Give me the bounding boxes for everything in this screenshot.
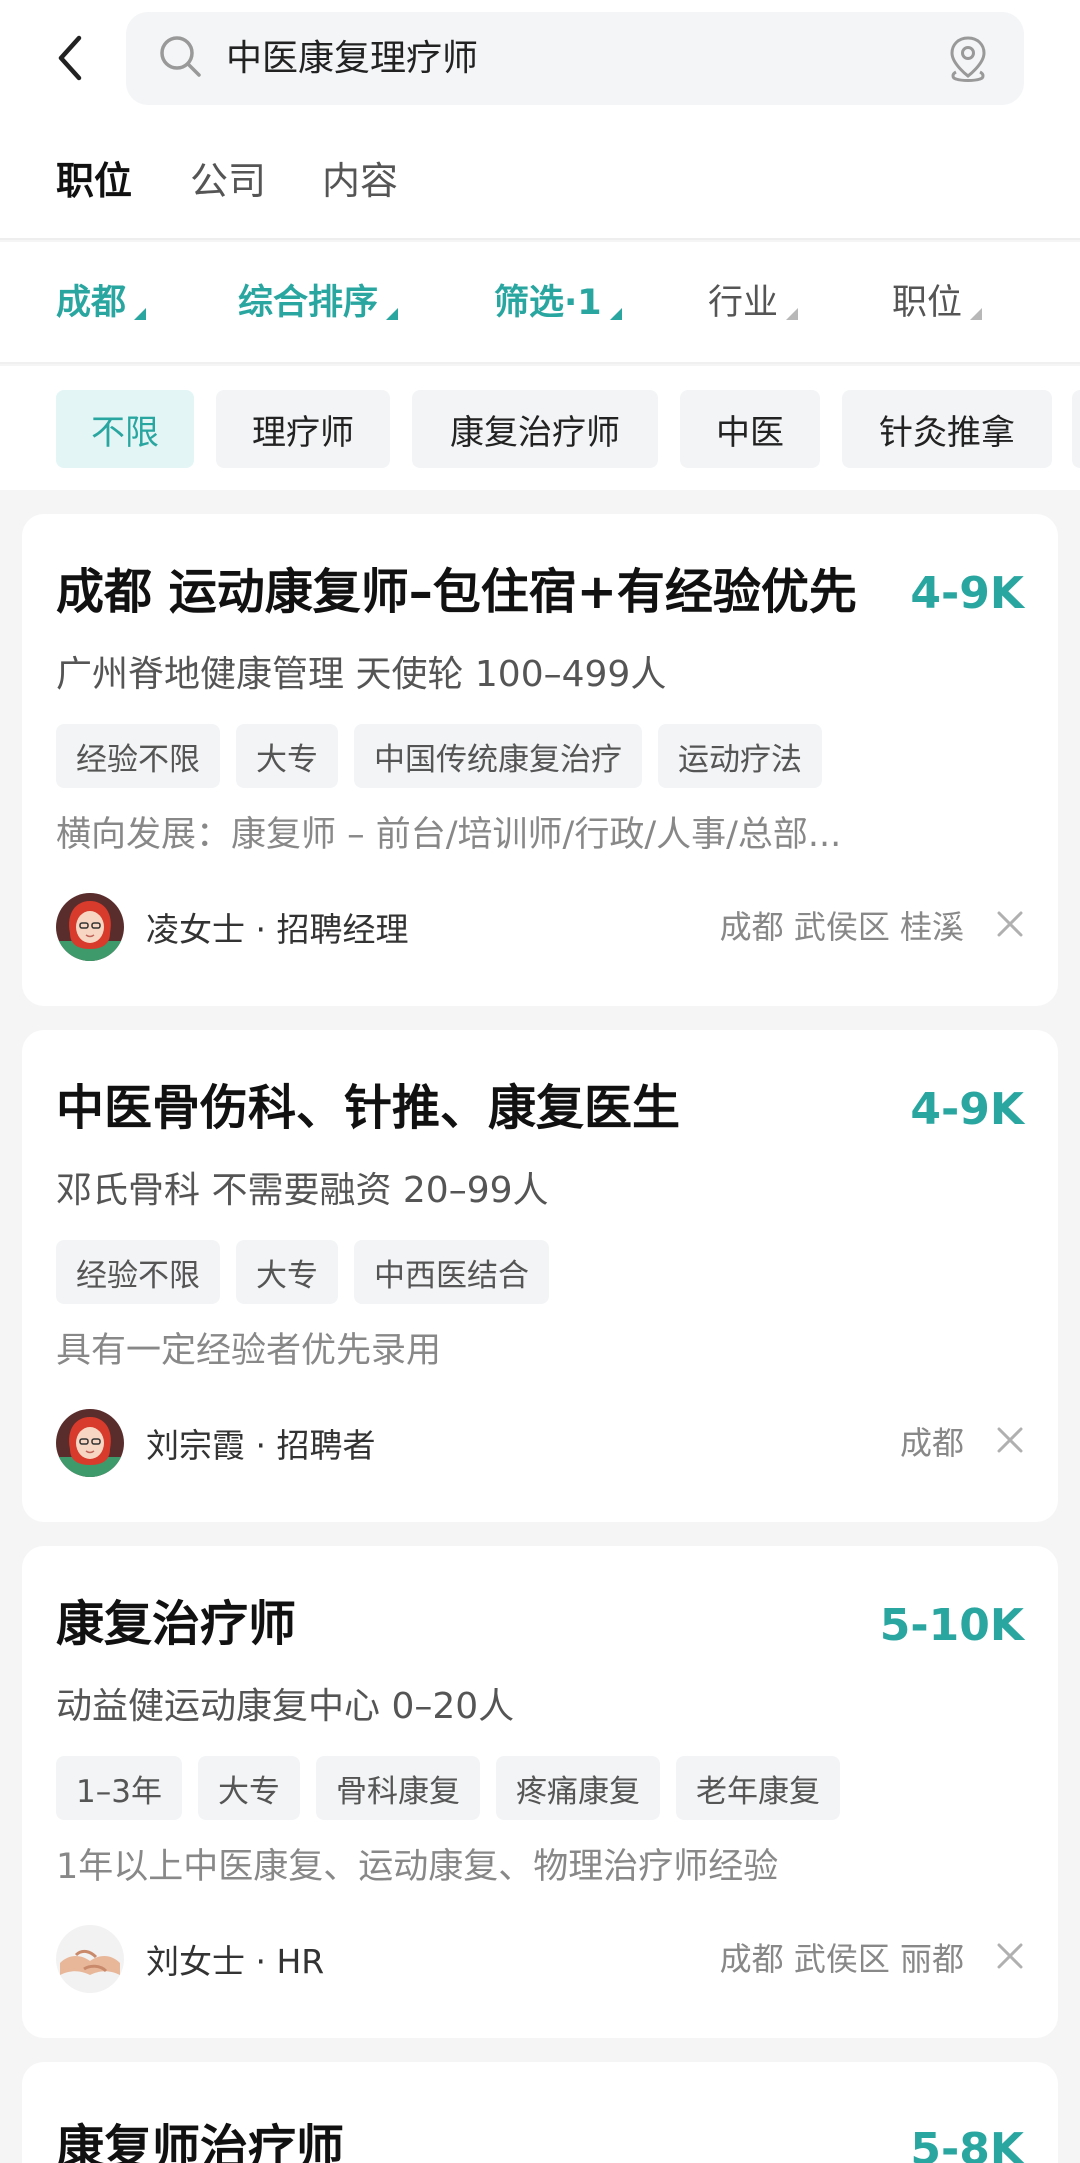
job-tag: 经验不限 <box>56 724 220 788</box>
dropdown-triangle-icon <box>786 308 799 320</box>
filter-sort[interactable]: 综合排序 <box>238 280 399 326</box>
job-title: 康复师治疗师 <box>56 2120 345 2163</box>
tab-content[interactable]: 内容 <box>322 158 398 204</box>
avatar <box>56 1409 124 1477</box>
recruiter: 刘宗霞 · 招聘者 <box>56 1408 375 1478</box>
job-tag: 大专 <box>236 724 338 788</box>
company-info: 邓氏骨科 不需要融资 20–99人 <box>56 1170 549 1211</box>
close-icon[interactable] <box>996 1426 1024 1454</box>
search-query-text: 中医康复理疗师 <box>226 38 479 79</box>
job-title: 成都 运动康复师–包住宿+有经验优先 <box>56 564 857 620</box>
location-pin-icon[interactable] <box>946 34 990 84</box>
filter-industry-label: 行业 <box>708 283 779 323</box>
job-tag: 骨科康复 <box>315 1756 480 1820</box>
job-description: 横向发展：康复师 – 前台/培训师/行政/人事/总部... <box>56 815 842 855</box>
job-tag: 疼痛康复 <box>495 1756 660 1820</box>
chevron-left-icon <box>55 34 83 82</box>
job-tag: 大专 <box>197 1756 300 1820</box>
job-tag: 大专 <box>236 1240 338 1304</box>
filter-industry[interactable]: 行业 <box>708 280 799 326</box>
close-icon[interactable] <box>996 1942 1024 1970</box>
job-salary: 5-10K <box>879 1600 1024 1651</box>
company-info: 广州脊地健康管理 天使轮 100–499人 <box>56 654 667 695</box>
top-bar: 中医康复理疗师 <box>0 0 1080 120</box>
job-title: 中医骨伤科、针推、康复医生 <box>56 1080 681 1136</box>
job-location: 成都 武侯区 丽都 <box>719 1940 964 1978</box>
chip-overflow[interactable] <box>1072 390 1080 468</box>
job-location: 成都 <box>899 1424 964 1462</box>
chip-physiotherapist[interactable]: 理疗师 <box>216 390 390 468</box>
company-info: 动益健运动康复中心 0–20人 <box>56 1686 515 1727</box>
chip-rehab-therapist[interactable]: 康复治疗师 <box>412 390 658 468</box>
job-description: 具有一定经验者优先录用 <box>56 1331 442 1371</box>
chip-tcm[interactable]: 中医 <box>680 390 820 468</box>
back-button[interactable] <box>44 28 94 88</box>
chip-unlimited[interactable]: 不限 <box>56 390 194 468</box>
job-location: 成都 武侯区 桂溪 <box>719 908 964 946</box>
job-tag: 老年康复 <box>675 1756 840 1820</box>
job-description: 1年以上中医康复、运动康复、物理治疗师经验 <box>56 1847 779 1887</box>
job-card[interactable]: 中医骨伤科、针推、康复医生 4-9K 邓氏骨科 不需要融资 20–99人 经验不… <box>22 1030 1058 1522</box>
job-salary: 4-9K <box>910 568 1024 619</box>
job-tag: 1–3年 <box>56 1756 182 1820</box>
job-tag: 中国传统康复治疗 <box>354 724 642 788</box>
chip-acupuncture-massage[interactable]: 针灸推拿 <box>842 390 1052 468</box>
search-input[interactable]: 中医康复理疗师 <box>126 12 1024 105</box>
tab-positions[interactable]: 职位 <box>56 158 132 204</box>
avatar <box>56 893 124 961</box>
job-salary: 4-9K <box>910 1084 1024 1135</box>
avatar <box>56 1925 124 1993</box>
recruiter-name: 刘女士 · HR <box>146 1942 325 1981</box>
search-icon <box>158 34 204 80</box>
result-type-tabs: 职位 公司 内容 <box>0 120 1080 240</box>
job-title: 康复治疗师 <box>56 1596 297 1652</box>
job-card[interactable]: 康复治疗师 5-10K 动益健运动康复中心 0–20人 1–3年 大专 骨科康复… <box>22 1546 1058 2038</box>
filter-screen[interactable]: 筛选·1 <box>494 280 622 326</box>
filter-city[interactable]: 成都 <box>56 280 147 326</box>
recruiter-name: 凌女士 · 招聘经理 <box>146 910 409 949</box>
category-chips: 不限 理疗师 康复治疗师 中医 针灸推拿 <box>0 366 1080 490</box>
recruiter-name: 刘宗霞 · 招聘者 <box>146 1426 376 1465</box>
job-tags: 经验不限 大专 中西医结合 <box>56 1240 549 1304</box>
filter-screen-label: 筛选·1 <box>494 283 602 323</box>
dropdown-triangle-icon <box>134 308 147 320</box>
filter-city-label: 成都 <box>56 283 127 323</box>
job-tag: 中西医结合 <box>354 1240 549 1304</box>
job-tags: 经验不限 大专 中国传统康复治疗 运动疗法 <box>56 724 822 788</box>
job-salary: 5-8K <box>910 2124 1024 2163</box>
job-tag: 运动疗法 <box>658 724 822 788</box>
recruiter: 凌女士 · 招聘经理 <box>56 892 408 962</box>
filter-bar: 成都 综合排序 筛选·1 行业 职位 <box>0 242 1080 364</box>
tab-companies[interactable]: 公司 <box>190 158 266 204</box>
job-card[interactable]: 康复师治疗师 5-8K <box>22 2062 1058 2163</box>
job-tags: 1–3年 大专 骨科康复 疼痛康复 老年康复 <box>56 1756 840 1820</box>
close-icon[interactable] <box>996 910 1024 938</box>
dropdown-triangle-icon <box>386 308 399 320</box>
dropdown-triangle-icon <box>970 308 983 320</box>
filter-position[interactable]: 职位 <box>892 280 983 326</box>
recruiter: 刘女士 · HR <box>56 1924 324 1994</box>
dropdown-triangle-icon <box>609 308 622 320</box>
filter-sort-label: 综合排序 <box>238 283 379 323</box>
job-tag: 经验不限 <box>56 1240 220 1304</box>
job-card[interactable]: 成都 运动康复师–包住宿+有经验优先 4-9K 广州脊地健康管理 天使轮 100… <box>22 514 1058 1006</box>
filter-position-label: 职位 <box>892 283 963 323</box>
